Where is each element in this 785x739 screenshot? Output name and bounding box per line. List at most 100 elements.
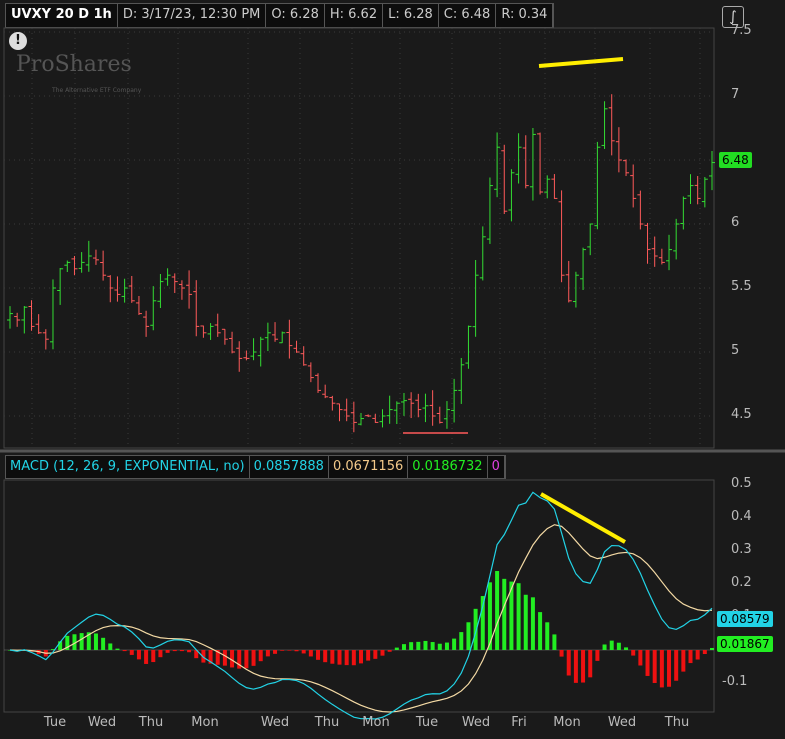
price-axis-label: 7.5 bbox=[731, 23, 752, 38]
histogram-bar bbox=[523, 594, 528, 650]
histogram-bar bbox=[251, 650, 256, 666]
histogram-bar bbox=[351, 650, 356, 666]
histogram-bar bbox=[366, 650, 371, 661]
time-axis-label: Fri bbox=[511, 715, 527, 730]
histogram-bar bbox=[380, 650, 385, 656]
histogram-bar bbox=[115, 648, 120, 650]
histogram-bar bbox=[344, 650, 349, 666]
histogram-bar bbox=[93, 633, 98, 650]
histogram-bar bbox=[466, 622, 471, 650]
histogram-bar bbox=[573, 650, 578, 683]
macd-title[interactable]: MACD (12, 26, 9, EXPONENTIAL, no) bbox=[6, 456, 250, 478]
histogram-bar bbox=[101, 637, 106, 650]
histogram-bar bbox=[273, 650, 278, 654]
histogram-bar bbox=[452, 638, 457, 650]
histogram-bar bbox=[179, 650, 184, 652]
time-axis-label: Wed bbox=[260, 715, 290, 730]
histogram-bar bbox=[144, 650, 149, 664]
histogram-bar bbox=[545, 622, 550, 650]
zero-value: 0 bbox=[488, 456, 505, 478]
histogram-bar bbox=[609, 640, 614, 650]
histogram-bar bbox=[602, 644, 607, 650]
histogram-bar bbox=[294, 650, 299, 652]
watermark-tagline: The Alternative ETF Company bbox=[52, 87, 142, 94]
histogram-bar bbox=[122, 650, 127, 652]
price-axis-label: 6 bbox=[731, 215, 740, 230]
time-axis-label: Mon bbox=[553, 715, 581, 730]
histogram-bar bbox=[502, 578, 507, 650]
macd-axis-label: 0.4 bbox=[731, 509, 752, 524]
histogram-bar bbox=[559, 650, 564, 657]
price-axis-label: 7 bbox=[731, 87, 740, 102]
histogram-bar bbox=[258, 650, 263, 662]
histogram-bar bbox=[129, 650, 134, 655]
histogram-bar bbox=[287, 650, 292, 651]
diff-tag: 0.01867 bbox=[717, 636, 773, 652]
diff-value: 0.0186732 bbox=[408, 456, 488, 478]
histogram-bar bbox=[373, 650, 378, 659]
time-axis-label: Thu bbox=[314, 715, 340, 730]
histogram-bar bbox=[244, 650, 249, 669]
histogram-bar bbox=[681, 650, 686, 672]
histogram-bar bbox=[301, 650, 306, 654]
alert-icon[interactable]: ! bbox=[9, 32, 27, 50]
histogram-bar bbox=[430, 642, 435, 650]
time-axis-label: Wed bbox=[461, 715, 491, 730]
macd-header: MACD (12, 26, 9, EXPONENTIAL, no) 0.0857… bbox=[5, 455, 506, 479]
histogram-bar bbox=[645, 650, 650, 676]
time-axis-label: Thu bbox=[664, 715, 690, 730]
histogram-bar bbox=[359, 650, 363, 664]
histogram-bar bbox=[595, 650, 600, 661]
histogram-bar bbox=[172, 650, 177, 652]
chart-canvas[interactable] bbox=[0, 0, 785, 739]
macd-tag: 0.08579 bbox=[717, 611, 773, 627]
histogram-bar bbox=[530, 597, 535, 650]
histogram-bar bbox=[280, 650, 285, 651]
histogram-bar bbox=[538, 612, 543, 650]
time-axis-label: Wed bbox=[607, 715, 637, 730]
histogram-bar bbox=[652, 650, 657, 683]
histogram-bar bbox=[158, 650, 163, 658]
histogram-bar bbox=[516, 583, 521, 650]
histogram-bar bbox=[674, 650, 679, 681]
histogram-bar bbox=[702, 650, 707, 655]
macd-panel bbox=[3, 479, 715, 713]
histogram-bar bbox=[566, 650, 571, 676]
time-axis-label: Mon bbox=[362, 715, 390, 730]
histogram-bar bbox=[330, 650, 335, 664]
price-axis-label: 5 bbox=[731, 343, 740, 358]
time-axis-label: Tue bbox=[415, 715, 439, 730]
histogram-bar bbox=[659, 650, 664, 688]
histogram-bar bbox=[316, 650, 321, 660]
time-axis-label: Wed bbox=[87, 715, 117, 730]
histogram-bar bbox=[616, 642, 621, 650]
histogram-bar bbox=[108, 643, 113, 650]
macd-axis-label: -0.1 bbox=[722, 674, 748, 689]
price-axis-label: 5.5 bbox=[731, 279, 752, 294]
histogram-bar bbox=[552, 634, 557, 650]
histogram-bar bbox=[423, 640, 428, 650]
time-axis-label: Tue bbox=[43, 715, 67, 730]
time-axis-label: Mon bbox=[191, 715, 219, 730]
histogram-bar bbox=[308, 650, 313, 657]
watermark-brand: ProShares bbox=[16, 52, 132, 77]
histogram-bar bbox=[444, 642, 449, 650]
histogram-bar bbox=[187, 650, 192, 653]
histogram-bar bbox=[638, 650, 643, 666]
histogram-bar bbox=[710, 647, 714, 650]
histogram-bar bbox=[387, 650, 392, 652]
histogram-bar bbox=[437, 643, 442, 650]
histogram-bar bbox=[323, 650, 328, 663]
histogram-bar bbox=[165, 650, 170, 653]
histogram-bar bbox=[337, 650, 342, 665]
histogram-bar bbox=[688, 650, 693, 664]
histogram-bar bbox=[495, 571, 500, 650]
histogram-bar bbox=[695, 650, 700, 660]
histogram-bar bbox=[265, 650, 270, 657]
price-axis-label: 4.5 bbox=[731, 407, 752, 422]
macd-axis-label: 0.2 bbox=[731, 575, 752, 590]
histogram-bar bbox=[581, 650, 586, 683]
histogram-bar bbox=[409, 642, 414, 650]
macd-axis-label: 0.3 bbox=[731, 542, 752, 557]
histogram-bar bbox=[222, 650, 227, 666]
